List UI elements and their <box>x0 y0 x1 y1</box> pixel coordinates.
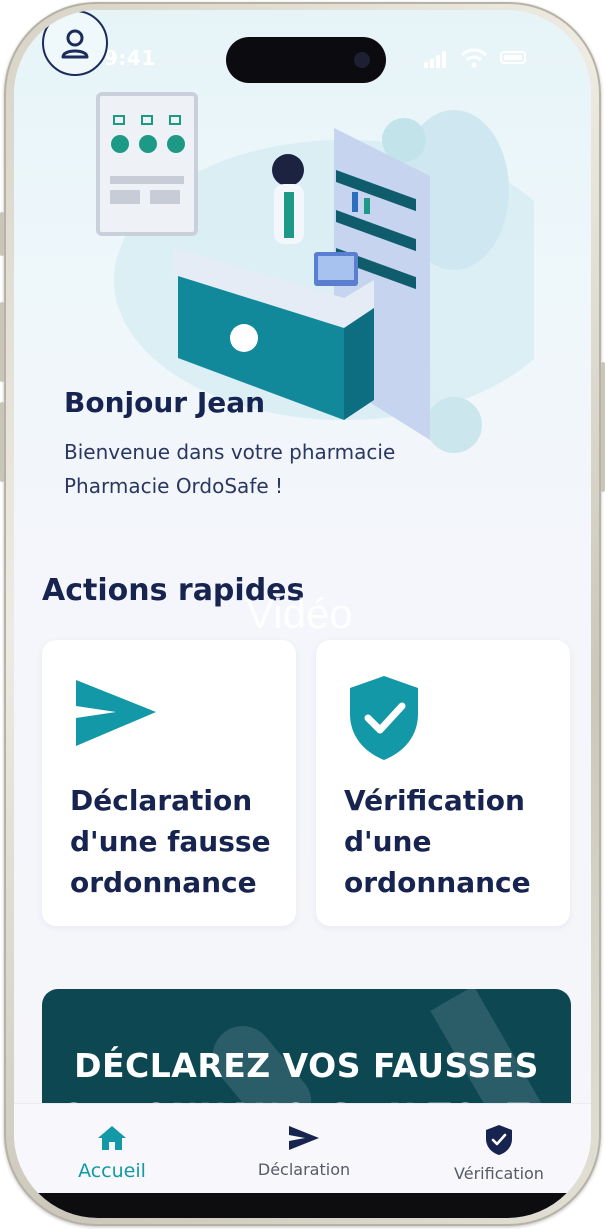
phone-frame: 9:41 Bonjour Jean Bienvenue dans votre p… <box>0 2 605 1226</box>
send-icon <box>289 1126 319 1150</box>
power-button <box>601 362 605 492</box>
signal-bar <box>436 55 440 68</box>
action-button <box>0 212 4 256</box>
volume-down-button <box>0 402 4 482</box>
card-label: Vérification d'une ordonnance <box>344 784 531 899</box>
home-screen: 9:41 Bonjour Jean Bienvenue dans votre p… <box>14 10 591 1218</box>
camera-dot <box>354 52 370 68</box>
signal-bar <box>442 51 446 68</box>
send-icon <box>76 680 156 746</box>
tab-verification[interactable]: Vérification <box>419 1124 579 1183</box>
greeting-title: Bonjour Jean <box>64 386 266 419</box>
greeting-line-2: Pharmacie OrdoSafe ! <box>64 474 284 498</box>
profile-button[interactable] <box>42 10 108 76</box>
user-icon <box>61 29 89 59</box>
status-time: 9:41 <box>104 46 156 70</box>
battery-icon <box>500 51 526 64</box>
home-icon <box>98 1126 126 1150</box>
tab-label: Déclaration <box>257 1160 351 1179</box>
shield-check-icon <box>350 676 418 760</box>
dynamic-island <box>226 37 386 83</box>
status-icons <box>424 48 534 68</box>
wifi-icon <box>460 48 488 68</box>
card-label: Déclaration d'une fausse ordonnance <box>70 784 271 899</box>
declare-fake-prescription-card[interactable]: Déclaration d'une fausse ordonnance <box>42 640 296 926</box>
volume-up-button <box>0 302 4 382</box>
verify-prescription-card[interactable]: Vérification d'une ordonnance <box>316 640 570 926</box>
video-watermark: Vidéo <box>246 590 353 637</box>
shield-check-icon <box>486 1125 512 1155</box>
signal-bar <box>430 59 434 68</box>
greeting-line-1: Bienvenue dans votre pharmacie <box>64 440 396 464</box>
tab-declaration[interactable]: Déclaration <box>224 1124 384 1179</box>
tab-label: Accueil <box>78 1160 146 1182</box>
screen: 9:41 Bonjour Jean Bienvenue dans votre p… <box>14 10 591 1218</box>
tab-label: Vérification <box>454 1164 544 1183</box>
bottom-tab-bar: Accueil Déclaration Vérification <box>14 1103 591 1194</box>
tab-accueil[interactable]: Accueil <box>32 1124 192 1182</box>
home-indicator-bar <box>14 1193 591 1218</box>
signal-bar <box>424 62 428 68</box>
